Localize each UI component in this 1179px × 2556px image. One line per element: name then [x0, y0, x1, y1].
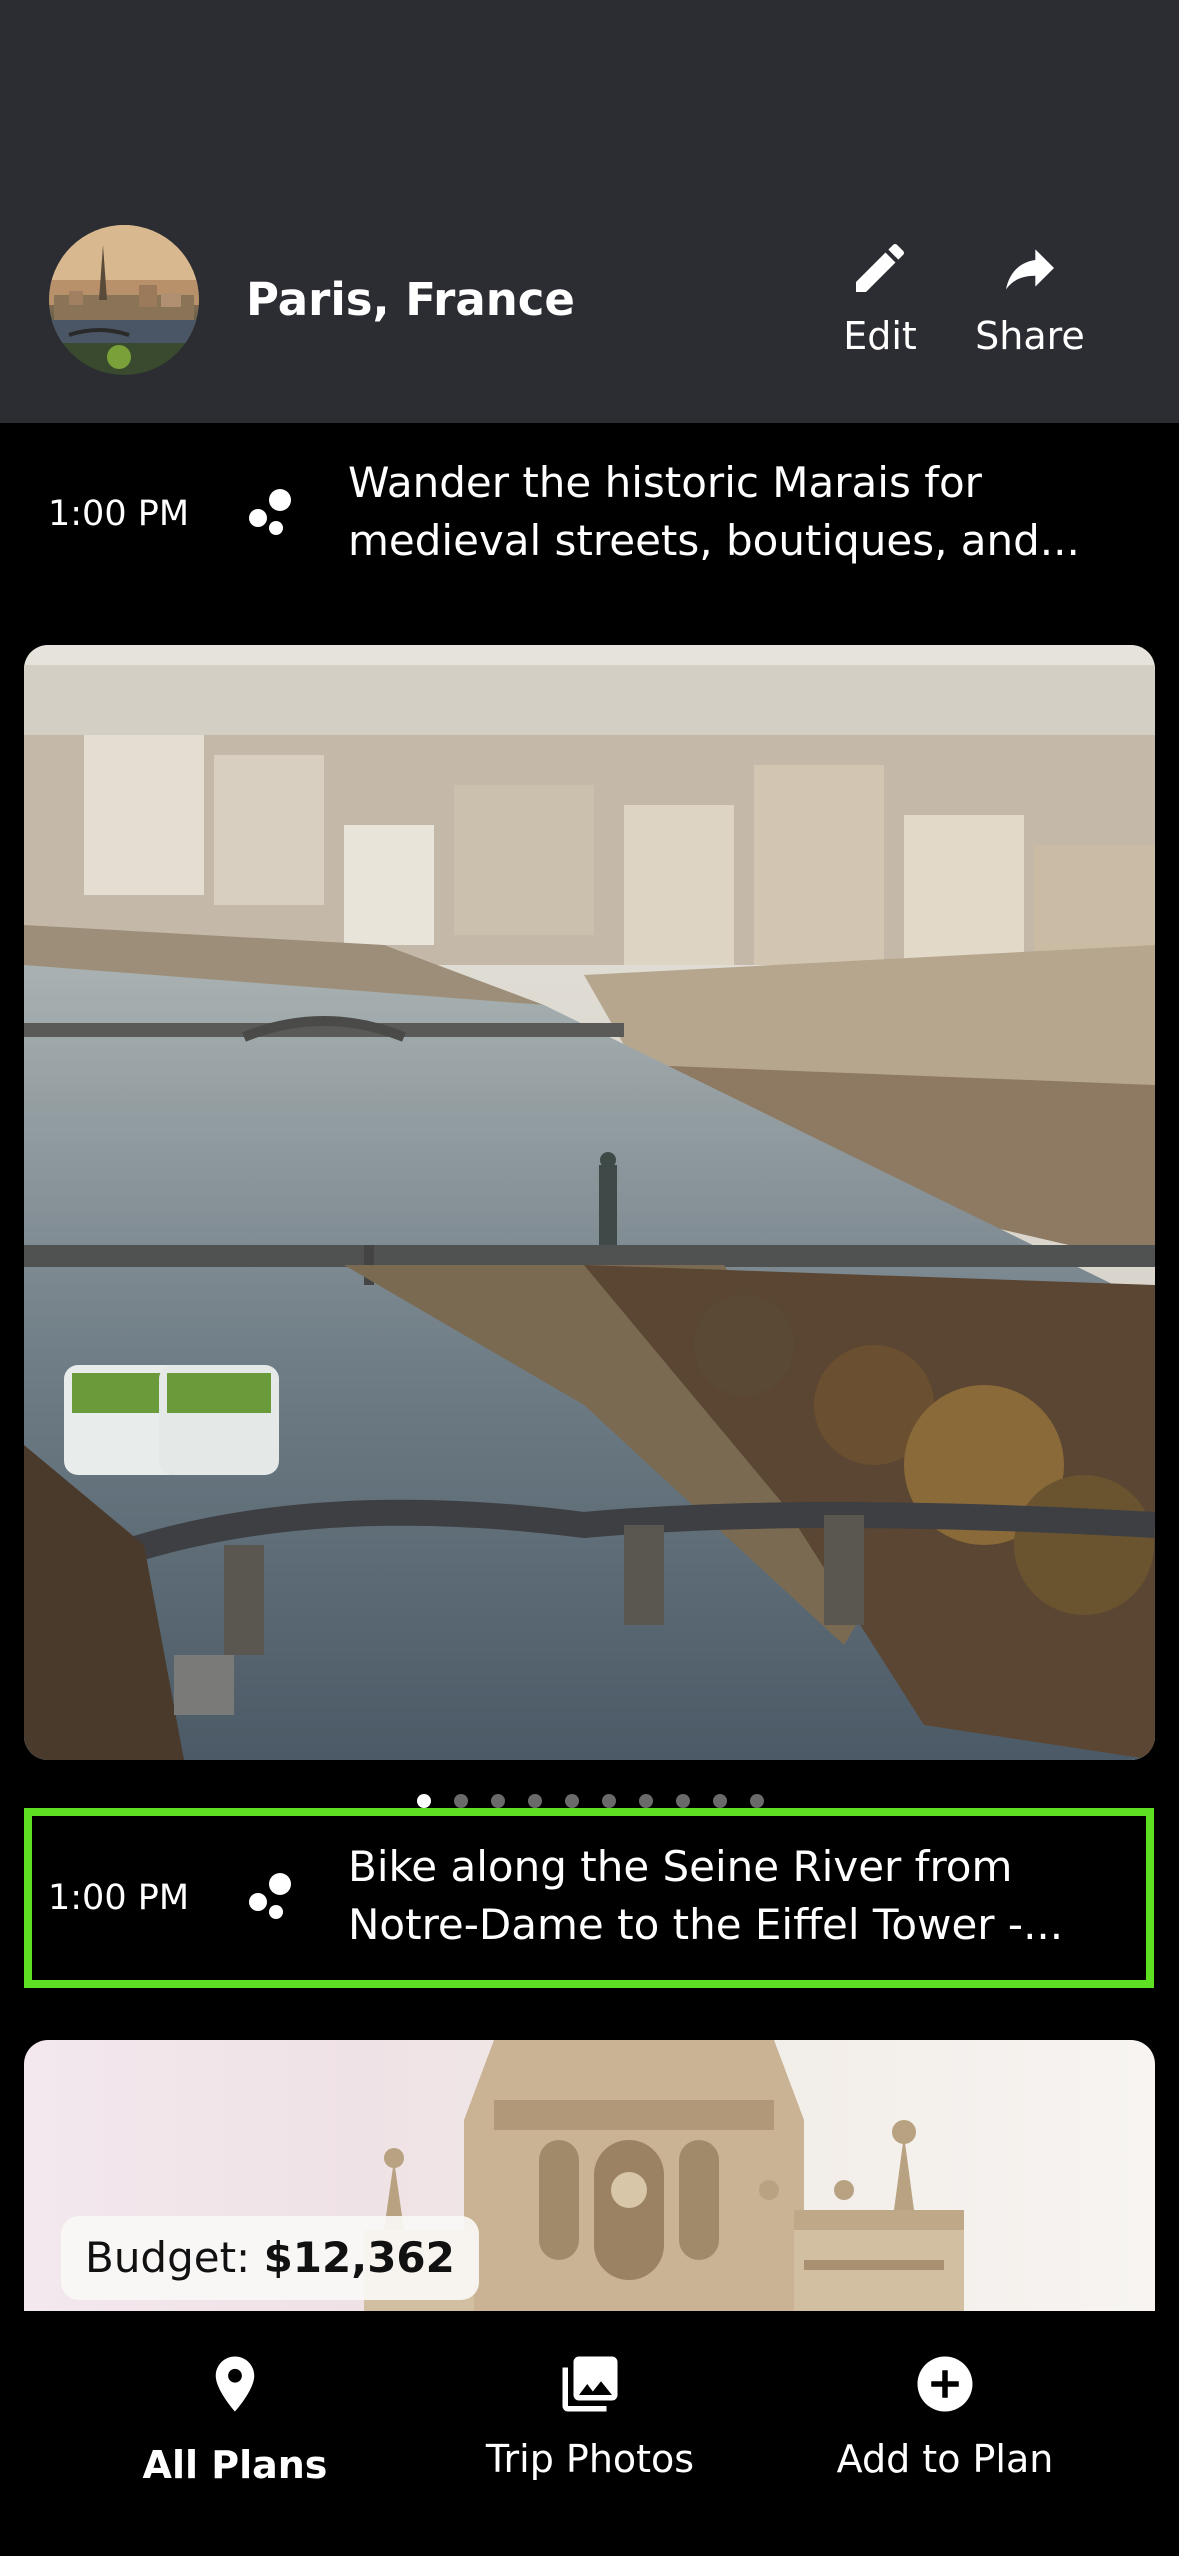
- pager-dot[interactable]: [602, 1794, 616, 1808]
- nav-label: Add to Plan: [836, 2437, 1054, 2481]
- edit-button[interactable]: Edit: [830, 236, 930, 366]
- budget-label: Budget:: [85, 2233, 251, 2282]
- nav-label: Trip Photos: [485, 2437, 695, 2481]
- pager-dot[interactable]: [639, 1794, 653, 1808]
- activity-item[interactable]: 1:00 PM Wander the historic Marais for m…: [24, 424, 1154, 604]
- budget-value: $12,362: [263, 2233, 455, 2282]
- nav-label: All Plans: [142, 2443, 328, 2487]
- city-avatar: [49, 225, 199, 375]
- dots-icon: [249, 489, 291, 535]
- nav-add-to-plan[interactable]: Add to Plan: [810, 2351, 1080, 2481]
- share-label: Share: [975, 314, 1085, 358]
- pager-dot[interactable]: [750, 1794, 764, 1808]
- pager-dot[interactable]: [491, 1794, 505, 1808]
- edit-label: Edit: [843, 314, 917, 358]
- pager-dot[interactable]: [454, 1794, 468, 1808]
- pager-dot[interactable]: [713, 1794, 727, 1808]
- photos-icon: [562, 2356, 618, 2412]
- plus-circle-icon: [917, 2356, 973, 2412]
- bottom-navigation: All Plans Trip Photos Add to Plan: [0, 2311, 1179, 2556]
- activity-time: 1:00 PM: [48, 1878, 190, 1918]
- nav-trip-photos[interactable]: Trip Photos: [460, 2351, 720, 2481]
- pager-dot[interactable]: [417, 1794, 431, 1808]
- trip-header: Paris, France Edit Share: [0, 0, 1179, 423]
- pager-dot[interactable]: [676, 1794, 690, 1808]
- share-button[interactable]: Share: [960, 236, 1100, 366]
- pencil-icon: [856, 243, 905, 292]
- activity-description-line: Notre-Dame to the Eiffel Tower -...: [348, 1900, 1064, 1949]
- share-arrow-icon: [1006, 249, 1054, 290]
- budget-badge: Budget: $12,362: [61, 2216, 479, 2300]
- pager-dot[interactable]: [528, 1794, 542, 1808]
- map-pin-icon: [215, 2356, 255, 2412]
- activity-description: Wander the historic Marais for medieval …: [348, 454, 1138, 570]
- activity-description-line: Wander the historic Marais for: [348, 458, 982, 507]
- activity-description-line: Bike along the Seine River from: [348, 1842, 1013, 1891]
- activity-photo[interactable]: [24, 645, 1155, 1760]
- activity-description: Bike along the Seine River from Notre-Da…: [348, 1838, 1138, 1954]
- pager-dot[interactable]: [565, 1794, 579, 1808]
- activity-item-selected[interactable]: 1:00 PM Bike along the Seine River from …: [24, 1808, 1154, 1988]
- trip-title: Paris, France: [246, 273, 575, 326]
- nav-all-plans[interactable]: All Plans: [135, 2351, 335, 2487]
- carousel-pager[interactable]: [0, 1794, 1179, 1808]
- activity-time: 1:00 PM: [48, 494, 190, 534]
- activity-description-line: medieval streets, boutiques, and...: [348, 516, 1080, 565]
- dots-icon: [249, 1873, 291, 1919]
